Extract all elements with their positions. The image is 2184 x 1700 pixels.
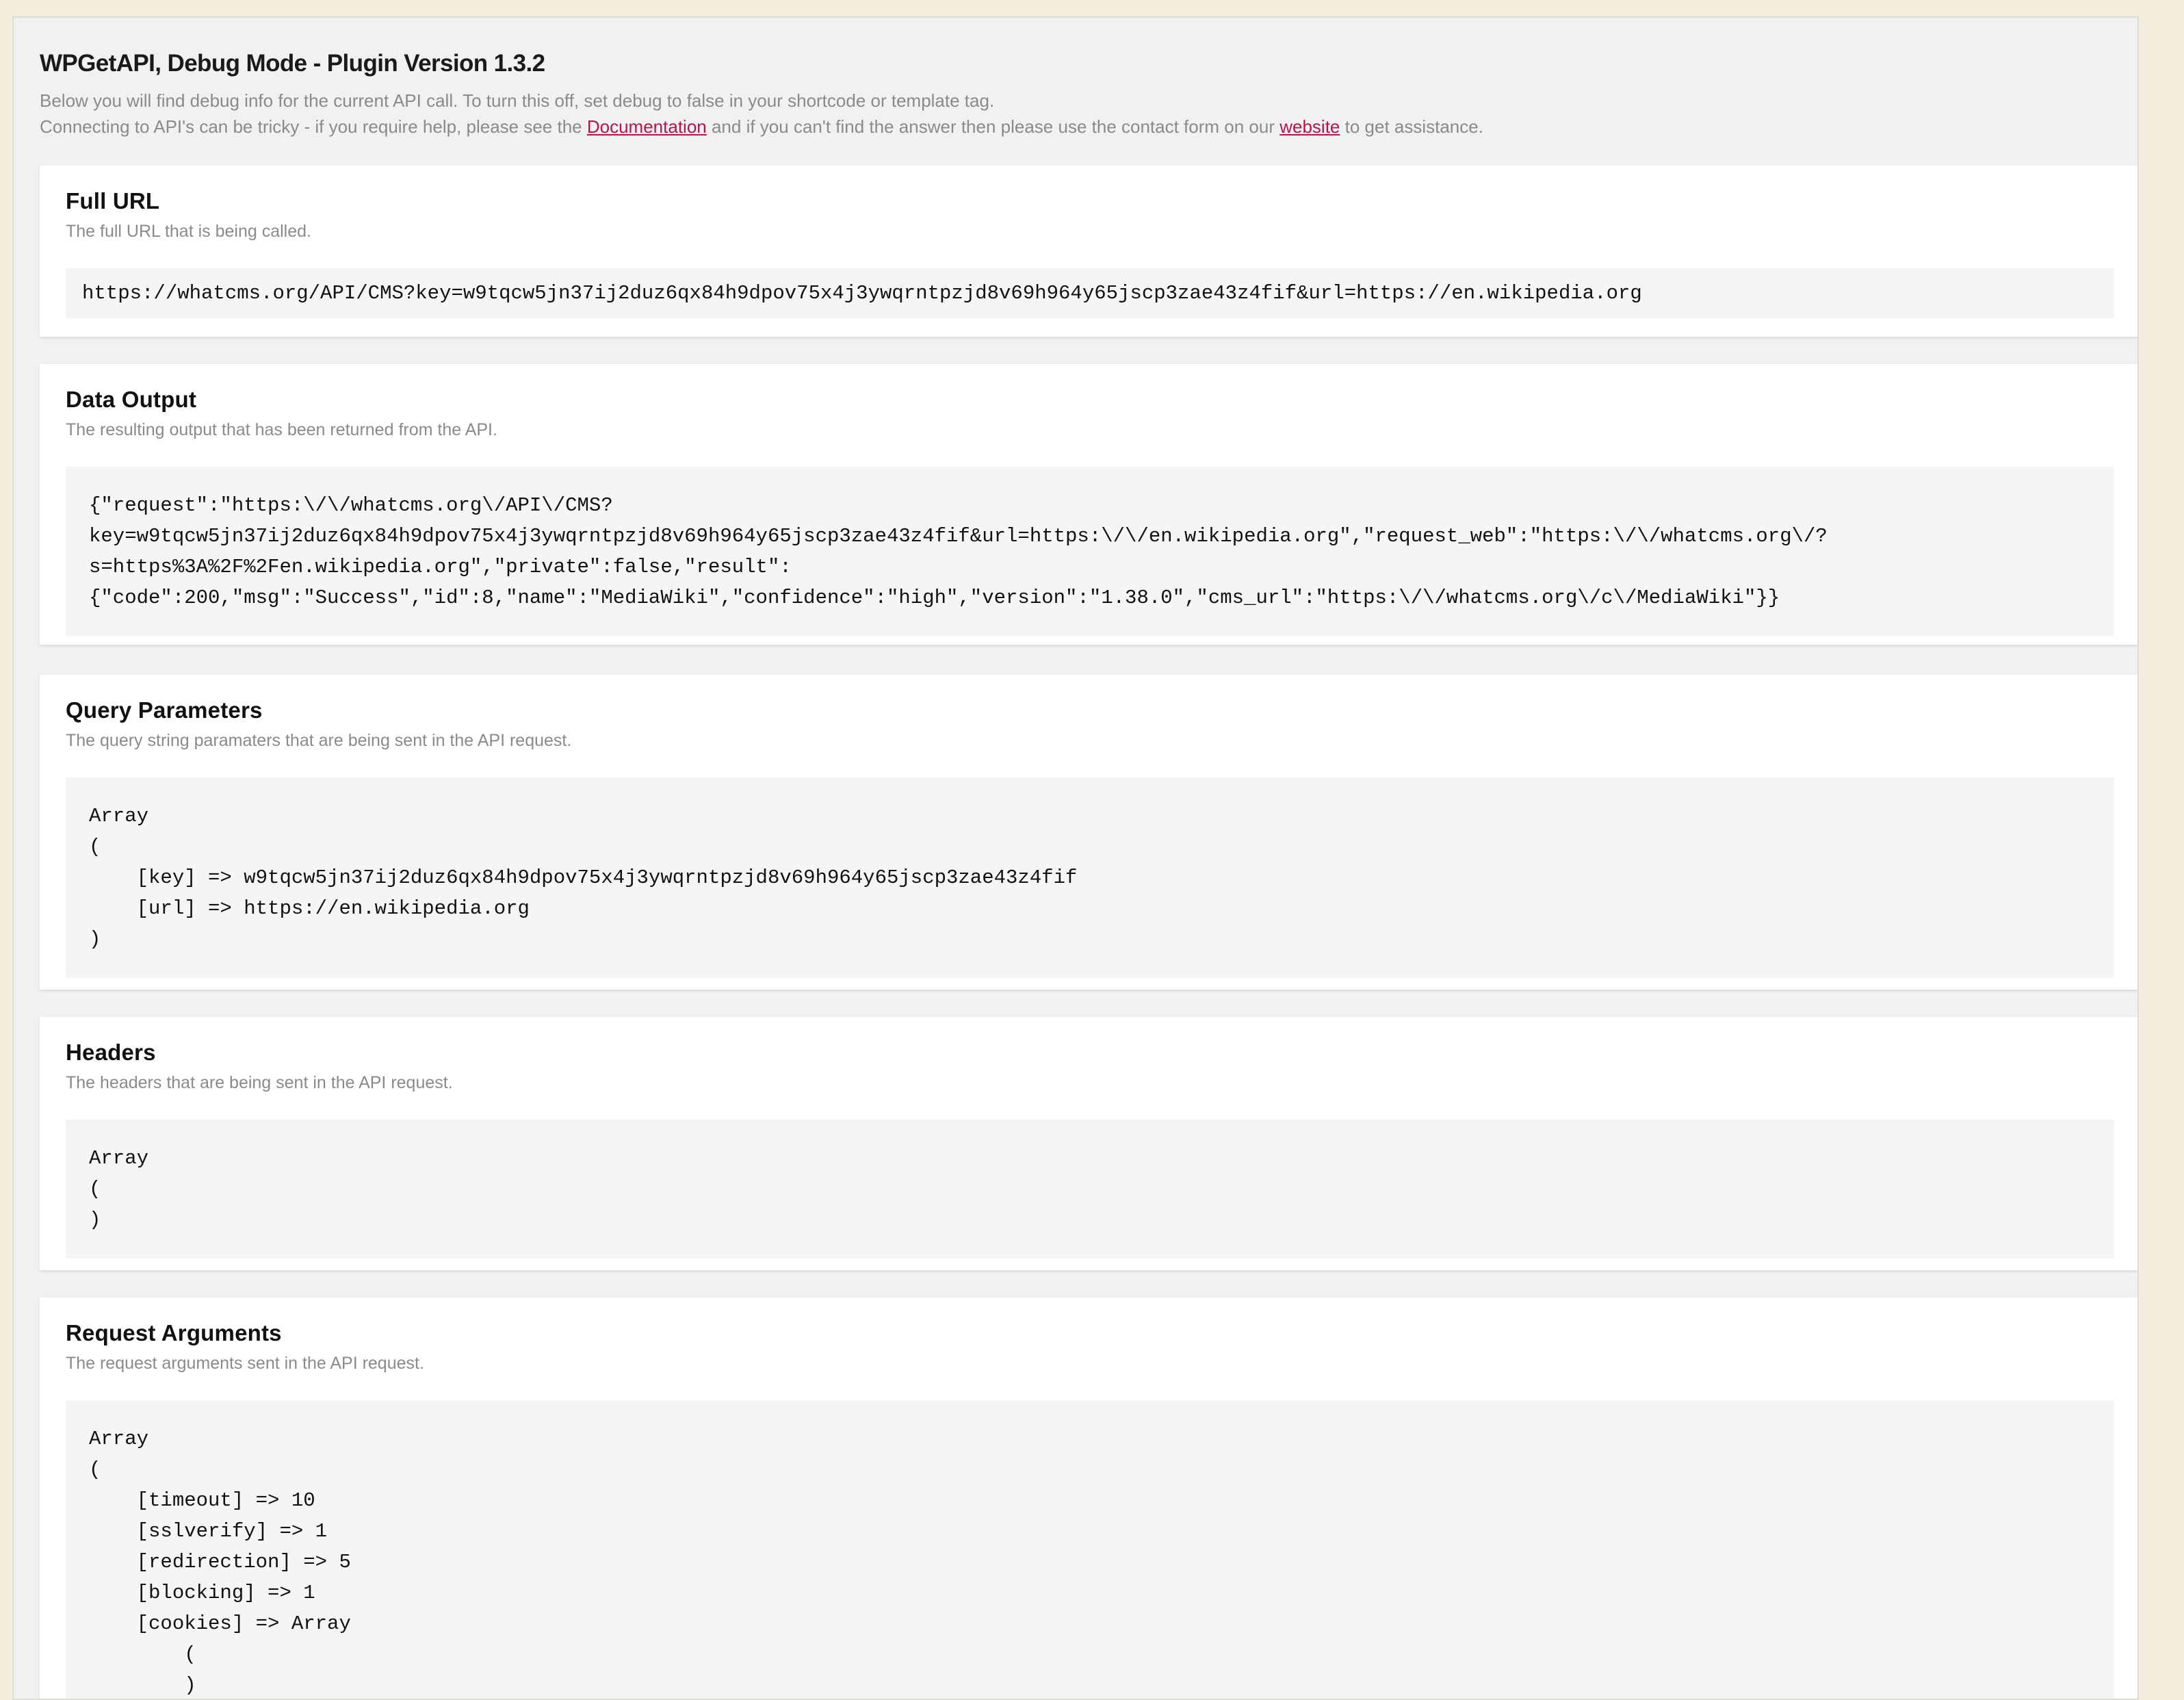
section-description: The headers that are being sent in the A… bbox=[66, 1073, 453, 1092]
debug-panel: WPGetAPI, Debug Mode - Plugin Version 1.… bbox=[12, 16, 2139, 1700]
section-title: Request Arguments bbox=[66, 1320, 282, 1345]
intro-text-middle: and if you can't find the answer then pl… bbox=[706, 116, 1280, 137]
intro-line-2: Connecting to API's can be tricky - if y… bbox=[40, 114, 2137, 140]
intro-line-1: Below you will find debug info for the c… bbox=[40, 90, 995, 111]
section-description: The resulting output that has been retur… bbox=[66, 420, 497, 439]
full-url-section: Full URL The full URL that is being call… bbox=[40, 166, 2137, 337]
data-output-section: Data Output The resulting output that ha… bbox=[40, 364, 2137, 645]
headers-section: Headers The headers that are being sent … bbox=[40, 1017, 2137, 1270]
section-title: Data Output bbox=[66, 387, 197, 412]
intro-text-after: to get assistance. bbox=[1340, 116, 1483, 137]
section-description: The full URL that is being called. bbox=[66, 222, 311, 241]
section-description: The query string paramaters that are bei… bbox=[66, 731, 572, 750]
query-parameters-code: Array ( [key] => w9tqcw5jn37ij2duz6qx84h… bbox=[66, 777, 2114, 978]
request-arguments-code: Array ( [timeout] => 10 [sslverify] => 1… bbox=[66, 1400, 2114, 1699]
page-title: WPGetAPI, Debug Mode - Plugin Version 1.… bbox=[40, 50, 545, 77]
data-output-code: {"request":"https:\/\/whatcms.org\/API\/… bbox=[66, 467, 2114, 636]
section-title: Headers bbox=[66, 1040, 156, 1065]
query-parameters-section: Query Parameters The query string parama… bbox=[40, 675, 2137, 990]
section-description: The request arguments sent in the API re… bbox=[66, 1354, 424, 1373]
section-title: Query Parameters bbox=[66, 697, 263, 723]
section-title: Full URL bbox=[66, 188, 160, 214]
documentation-link[interactable]: Documentation bbox=[587, 116, 707, 137]
full-url-code: https://whatcms.org/API/CMS?key=w9tqcw5j… bbox=[66, 268, 2114, 318]
request-arguments-section: Request Arguments The request arguments … bbox=[40, 1298, 2137, 1699]
debug-header: WPGetAPI, Debug Mode - Plugin Version 1.… bbox=[14, 18, 2137, 140]
intro-text-before: Connecting to API's can be tricky - if y… bbox=[40, 116, 587, 137]
headers-code: Array ( ) bbox=[66, 1120, 2114, 1259]
website-link[interactable]: website bbox=[1279, 116, 1340, 137]
